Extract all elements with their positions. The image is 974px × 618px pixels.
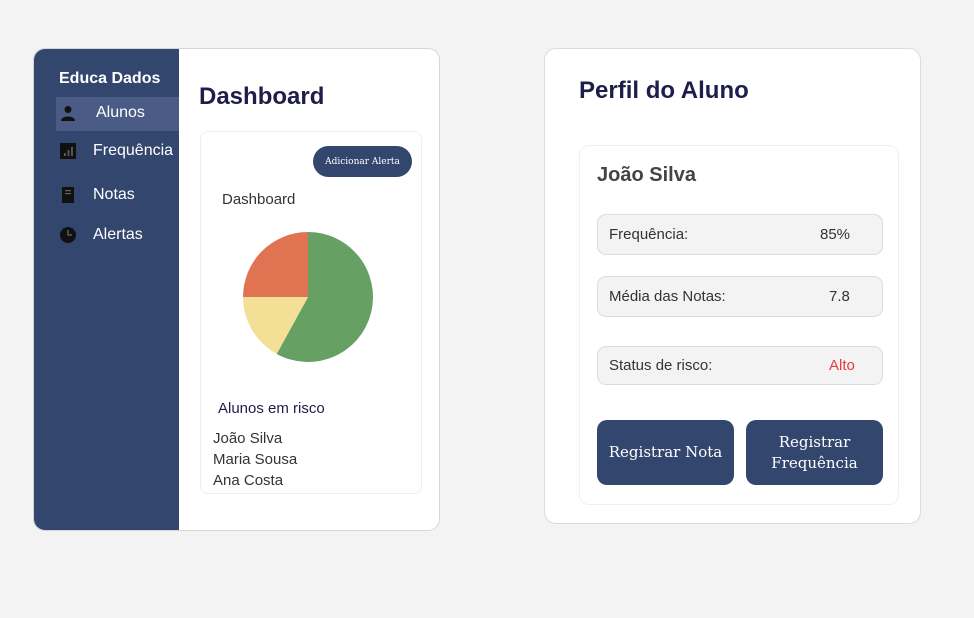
list-item: João Silva [213, 430, 283, 447]
register-attendance-button[interactable]: Registrar Frequência [746, 420, 883, 485]
risk-status-field: Status de risco: Alto [597, 346, 883, 385]
profile-title: Perfil do Aluno [579, 77, 749, 104]
brand-title: Educa Dados [59, 70, 161, 87]
student-profile-card: Perfil do Aluno João Silva Frequência: 8… [544, 48, 921, 524]
pie-slice-3 [243, 232, 308, 297]
risk-status-value: Alto [829, 357, 855, 374]
sidebar-item-frequencia[interactable]: Frequência [56, 135, 179, 169]
sidebar-item-alunos[interactable]: Alunos [56, 97, 179, 131]
sidebar-item-label: Frequência [93, 142, 174, 159]
field-label: Frequência: [609, 226, 689, 243]
grade-average-field: Média das Notas: 7.8 [597, 276, 883, 317]
list-item: Ana Costa [213, 472, 284, 489]
sidebar-item-label: Alunos [96, 104, 145, 121]
notebook-icon [62, 187, 74, 203]
field-label: Média das Notas: [609, 288, 726, 305]
field-label: Status de risco: [609, 357, 713, 374]
field-value: 85% [820, 226, 851, 243]
dashboard-panel: Adicionar Alerta Dashboard Alunos em ris… [200, 131, 422, 494]
sidebar-item-label: Alertas [93, 226, 143, 243]
register-grade-button[interactable]: Registrar Nota [597, 420, 734, 485]
student-details: João Silva Frequência: 85% Média das Not… [579, 145, 899, 505]
pie-chart [243, 232, 373, 362]
sidebar-item-alertas[interactable]: Alertas [56, 219, 179, 253]
attendance-field: Frequência: 85% [597, 214, 883, 255]
chart-title: Dashboard [222, 191, 296, 208]
field-value: 7.8 [829, 288, 850, 305]
person-icon [61, 106, 75, 121]
sidebar-item-label: Notas [93, 186, 135, 203]
risk-students-list: João Silva Maria Sousa Ana Costa [213, 430, 297, 493]
sidebar-item-notas[interactable]: Notas [56, 179, 179, 213]
page-title: Dashboard [199, 83, 325, 110]
bar-chart-icon [60, 143, 76, 159]
student-name: João Silva [597, 164, 696, 186]
sidebar: Educa Dados Alunos Frequência Notas Aler… [34, 49, 179, 530]
risk-students-title: Alunos em risco [218, 400, 325, 417]
dashboard-main: Dashboard Adicionar Alerta Dashboard Alu… [179, 49, 439, 530]
add-alert-button[interactable]: Adicionar Alerta [313, 146, 412, 177]
clock-icon [60, 227, 76, 243]
dashboard-card: Educa Dados Alunos Frequência Notas Aler… [33, 48, 440, 531]
list-item: Maria Sousa [213, 451, 298, 468]
